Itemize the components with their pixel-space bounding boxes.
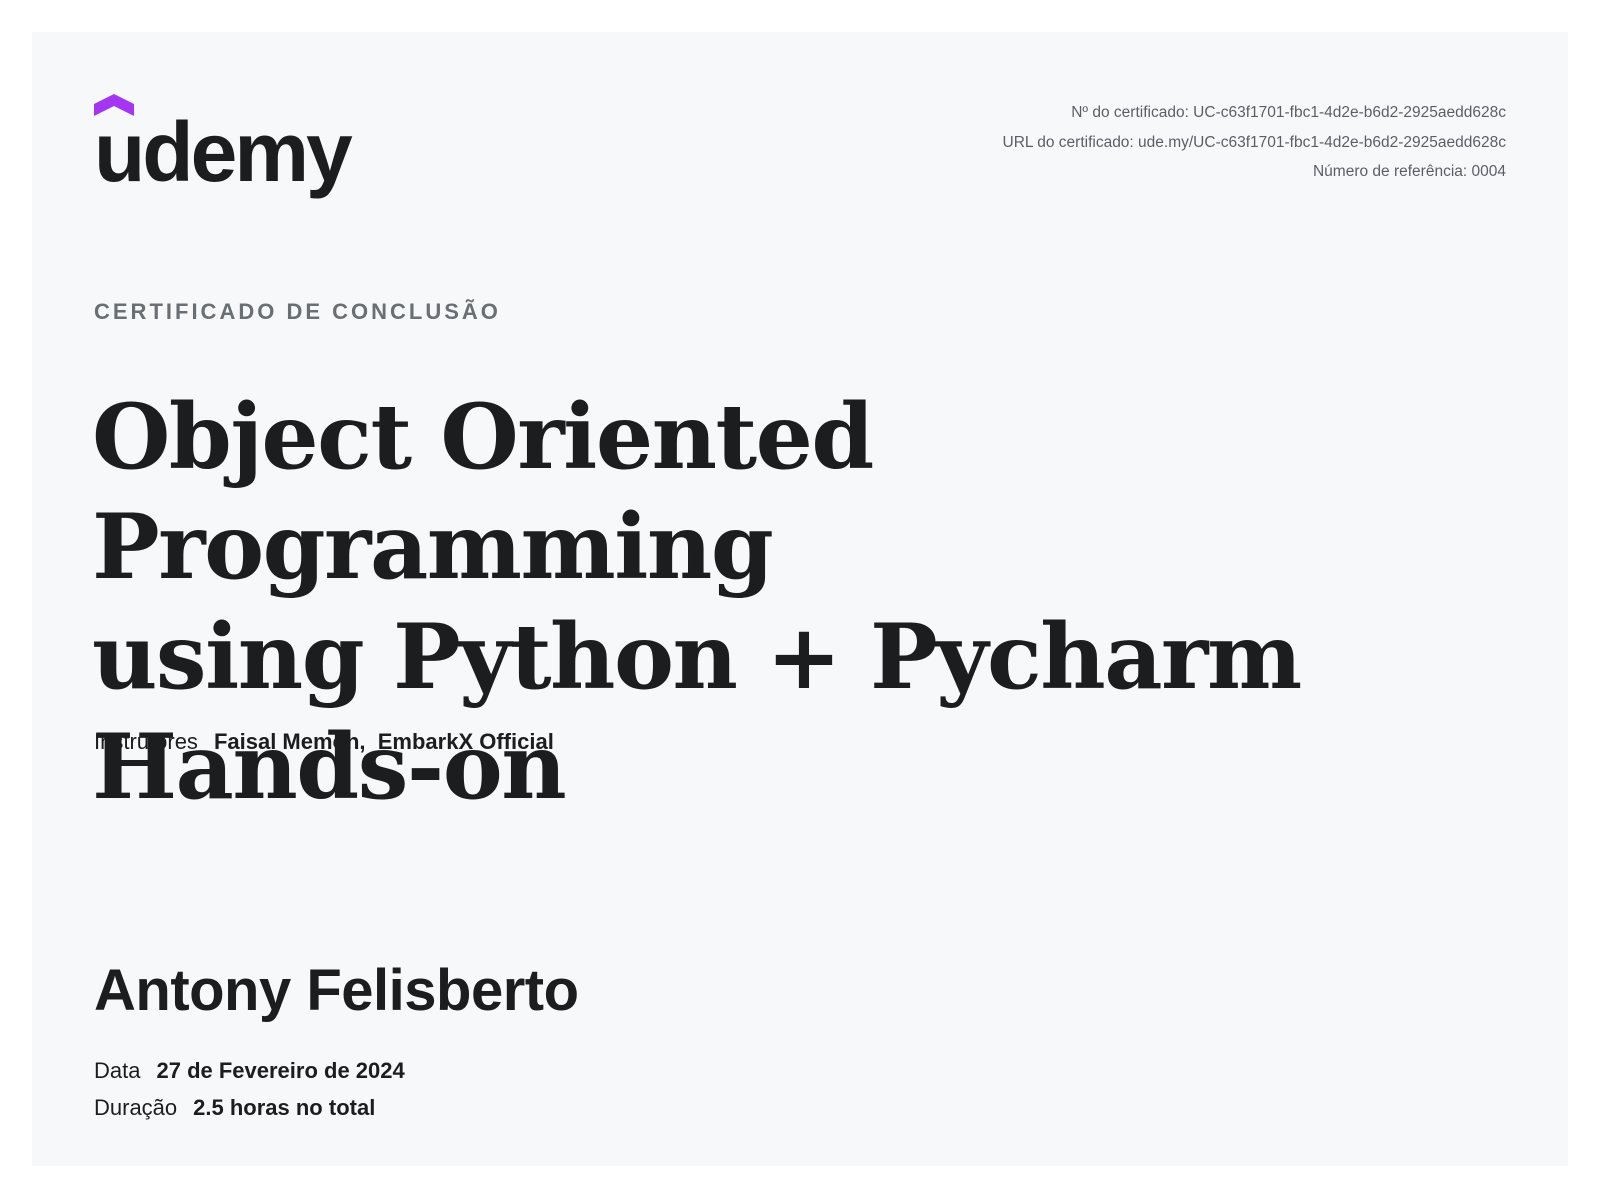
- certificate-url: URL do certificado: ude.my/UC-c63f1701-f…: [1002, 133, 1507, 151]
- reference-number: Número de referência: 0004: [1312, 163, 1506, 180]
- logo-wordmark: udemy: [94, 105, 353, 199]
- certificate-meta: Nº do certificado: UC-c63f1701-fbc1-4d2e…: [1003, 98, 1507, 187]
- course-title-line: Object Oriented Programming: [92, 384, 874, 600]
- student-name: Antony Felisberto: [94, 958, 579, 1023]
- duration-label: Duração: [94, 1095, 178, 1120]
- udemy-logo: udemy: [94, 94, 353, 199]
- course-title: Object Oriented Programming using Python…: [92, 382, 1512, 822]
- date-line: Data 27 de Fevereiro de 2024: [94, 1058, 405, 1084]
- duration-line: Duração 2.5 horas no total: [94, 1095, 375, 1121]
- certificate-card: udemy Nº do certificado: UC-c63f1701-fbc…: [32, 32, 1568, 1166]
- certificate-number: Nº do certificado: UC-c63f1701-fbc1-4d2e…: [1071, 104, 1506, 121]
- course-title-line: using Python + Pycharm: [92, 604, 1302, 710]
- date-value: 27 de Fevereiro de 2024: [156, 1058, 405, 1083]
- logo-hat-icon: [94, 94, 134, 116]
- date-label: Data: [94, 1058, 141, 1083]
- instructors-label: Instrutores: [94, 729, 198, 754]
- instructors-line: Instrutores Faisal Memon, EmbarkX Officia…: [94, 729, 554, 755]
- instructors-names: Faisal Memon, EmbarkX Official: [213, 729, 554, 754]
- duration-value: 2.5 horas no total: [193, 1095, 376, 1120]
- certificate-kicker: CERTIFICADO DE CONCLUSÃO: [94, 299, 501, 324]
